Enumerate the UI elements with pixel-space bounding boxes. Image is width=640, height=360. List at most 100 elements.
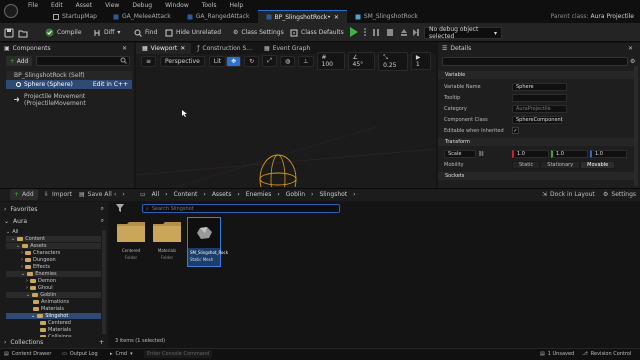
tree-item[interactable]: Centered xyxy=(6,320,71,326)
perspective-button[interactable]: Perspective xyxy=(160,55,205,67)
output-log-button[interactable]: ▭ Output Log xyxy=(62,349,98,359)
component-item-root[interactable]: BP_SlingshotRock (Self) xyxy=(6,71,132,80)
forward-icon[interactable]: › xyxy=(122,191,124,198)
sources-scrollbar[interactable] xyxy=(102,230,106,334)
scale-tool-icon[interactable]: ⤢ xyxy=(262,55,278,67)
save-all-button[interactable]: ▤ Save All xyxy=(79,189,112,200)
section-variable[interactable]: Variable xyxy=(438,71,634,79)
tree-item-selected[interactable]: ⌄ Slingshot xyxy=(6,313,101,319)
console-command-input[interactable]: Enter Console Command xyxy=(144,350,212,358)
close-tab-icon[interactable]: ✕ xyxy=(334,14,339,21)
tab-ga-rangedattack[interactable]: GA_RangedAttack xyxy=(179,10,258,23)
favorites-header[interactable]: › Favorites ⌕ xyxy=(4,204,104,214)
tree-item[interactable]: › Effects xyxy=(6,264,50,270)
cb-settings-button[interactable]: ⚙ Settings xyxy=(603,189,636,200)
component-item-sphere[interactable]: Sphere (Sphere) Edit in C++ xyxy=(6,80,132,89)
collections-header[interactable]: › Collections + xyxy=(4,337,104,347)
lit-button[interactable]: Lit xyxy=(208,55,227,67)
tab-viewport[interactable]: ▦ Viewport ✕ xyxy=(136,43,192,54)
section-sockets[interactable]: Sockets xyxy=(438,172,634,180)
menu-asset[interactable]: Asset xyxy=(76,2,92,9)
play-options-icon[interactable] xyxy=(362,28,368,36)
hide-unrelated-button[interactable]: Hide Unrelated xyxy=(165,25,221,40)
tab-sm-slingshotrock[interactable]: SM_SlingshotRock xyxy=(347,10,426,23)
world-space-icon[interactable]: ◍ xyxy=(280,55,296,67)
cb-add-button[interactable]: + Add xyxy=(10,189,38,200)
import-button[interactable]: ⇩ Import xyxy=(44,189,72,200)
menu-view[interactable]: View xyxy=(105,2,119,9)
pause-icon[interactable] xyxy=(372,28,380,37)
class-settings-button[interactable]: ⚙ Class Settings xyxy=(233,25,284,40)
breadcrumb-content[interactable]: Content xyxy=(174,191,198,198)
stop-icon[interactable] xyxy=(386,28,394,37)
content-drawer-button[interactable]: ▤ Content Drawer xyxy=(4,349,51,359)
category-select[interactable]: AuraProjectile xyxy=(512,104,567,113)
component-item-projectile-movement[interactable]: Projectile Movement (ProjectileMovement xyxy=(6,93,132,107)
tree-item[interactable]: ⌄ Content xyxy=(6,236,101,242)
tree-item[interactable]: › Ghoul xyxy=(6,285,53,291)
revision-control-button[interactable]: ⎇ Revision Control xyxy=(582,349,631,359)
variable-name-input[interactable]: Sphere xyxy=(512,82,567,91)
add-collection-icon[interactable]: + xyxy=(99,339,104,346)
tree-item[interactable]: ⌄ Enemies xyxy=(6,271,101,277)
tooltip-input[interactable] xyxy=(512,93,567,102)
mobility-movable[interactable]: Movable xyxy=(580,160,616,169)
back-icon[interactable]: ‹ xyxy=(114,191,116,198)
tree-item[interactable]: › Characters xyxy=(6,250,60,256)
parent-class-value[interactable]: Aura Projectile xyxy=(590,13,634,20)
surface-snap-icon[interactable]: ⊥ xyxy=(298,55,314,67)
breadcrumb-enemies[interactable]: Enemies xyxy=(246,191,272,198)
menu-tools[interactable]: Tools xyxy=(202,2,217,9)
mobility-stationary[interactable]: Stationary xyxy=(540,160,581,169)
scale-z-input[interactable]: 1.0 xyxy=(590,149,627,158)
breadcrumb-goblin[interactable]: Goblin xyxy=(286,191,305,198)
components-search-input[interactable] xyxy=(36,56,130,66)
tree-item[interactable]: Animations xyxy=(6,299,69,305)
asset-tile[interactable]: Centered Folder xyxy=(115,217,147,265)
menu-debug[interactable]: Debug xyxy=(132,2,152,9)
menu-edit[interactable]: Edit xyxy=(51,2,63,9)
filter-icon[interactable] xyxy=(116,204,126,212)
cmd-button[interactable]: ▸ Cmd ▾ xyxy=(110,349,133,359)
section-transform[interactable]: Transform xyxy=(438,138,634,146)
unreal-logo-icon[interactable] xyxy=(4,4,18,18)
menu-help[interactable]: Help xyxy=(230,2,244,9)
tree-item[interactable]: Materials xyxy=(6,327,71,333)
breadcrumb-all[interactable]: All xyxy=(152,191,159,198)
unsaved-button[interactable]: ▤ 1 Unsaved xyxy=(540,349,574,359)
settings-icon[interactable]: ⚙ xyxy=(630,58,635,65)
close-icon[interactable]: ✕ xyxy=(122,45,127,52)
viewport-options-button[interactable]: ≡ xyxy=(141,55,157,67)
close-tab-icon[interactable]: ✕ xyxy=(180,45,185,52)
tree-item[interactable]: Materials xyxy=(6,306,64,312)
diff-button[interactable]: Diff ▾ xyxy=(93,25,120,40)
tab-ga-meleeattack[interactable]: GA_MeleeAttack xyxy=(105,10,179,23)
edit-in-cpp-link[interactable]: Edit in C++ xyxy=(93,81,128,88)
asset-search-input[interactable]: ⌕ Search Slingshot xyxy=(142,204,340,213)
component-class-select[interactable]: SphereComponent xyxy=(512,115,563,124)
asset-tile[interactable]: Materials Folder xyxy=(151,217,183,265)
browse-icon[interactable] xyxy=(18,25,28,40)
project-header[interactable]: ⌄ Aura ⌕ xyxy=(4,216,104,226)
translate-tool-icon[interactable]: ✥ xyxy=(226,55,242,67)
details-search-input[interactable] xyxy=(442,57,628,66)
tree-item[interactable]: › Demon xyxy=(6,278,56,284)
editable-checkbox[interactable]: ✓ xyxy=(512,127,519,134)
play-icon[interactable] xyxy=(350,27,358,37)
add-component-button[interactable]: + Add xyxy=(6,56,32,66)
skip-icon[interactable] xyxy=(412,28,420,37)
tab-bp-slingshotrock[interactable]: BP_SlingshotRock• ✕ xyxy=(257,10,347,23)
breadcrumb-assets[interactable]: Assets xyxy=(212,191,232,198)
viewport-scene[interactable] xyxy=(136,67,436,187)
tab-startupmap[interactable]: StartupMap xyxy=(45,10,105,23)
lock-icon[interactable]: ⛓ xyxy=(478,151,512,157)
class-defaults-button[interactable]: Class Defaults xyxy=(290,25,344,40)
breadcrumb-slingshot[interactable]: Slingshot xyxy=(319,191,347,198)
scale-x-input[interactable]: 1.0 xyxy=(512,149,549,158)
menu-window[interactable]: Window xyxy=(165,2,189,9)
mobility-static[interactable]: Static xyxy=(512,160,541,169)
compile-button[interactable]: Compile xyxy=(45,25,82,40)
scale-y-input[interactable]: 1.0 xyxy=(551,149,588,158)
dock-in-layout-button[interactable]: ⇲ Dock in Layout xyxy=(542,189,595,200)
search-icon[interactable]: ⌕ xyxy=(101,217,104,225)
